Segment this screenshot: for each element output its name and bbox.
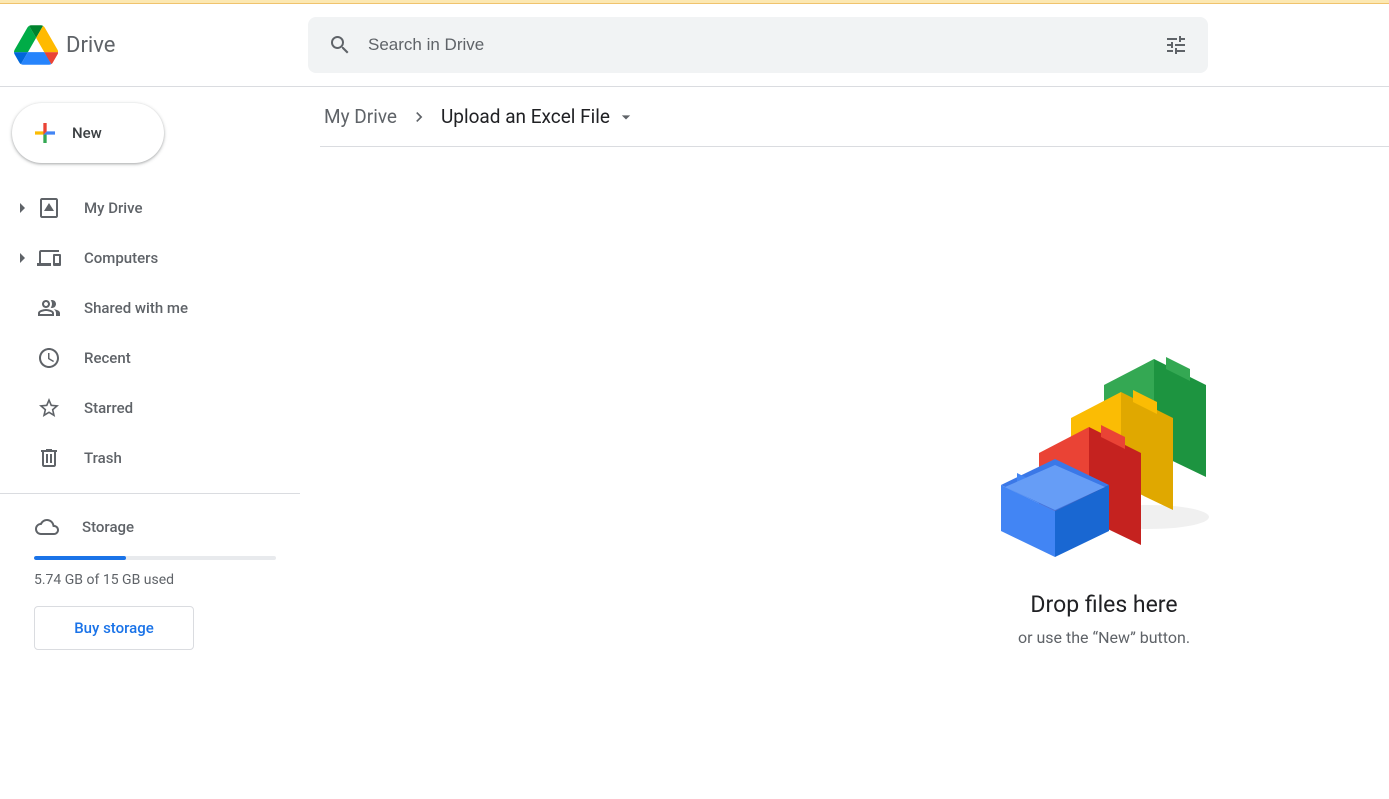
new-button-label: New <box>72 124 102 142</box>
nav-shared[interactable]: Shared with me <box>0 283 284 333</box>
storage-meter-fill <box>34 556 126 560</box>
storage-section: Storage 5.74 GB of 15 GB used Buy storag… <box>0 504 300 650</box>
breadcrumb-current[interactable]: Upload an Excel File <box>437 101 640 132</box>
nav-starred[interactable]: Starred <box>0 383 284 433</box>
star-icon <box>36 395 62 421</box>
brand[interactable]: Drive <box>14 25 308 65</box>
breadcrumb-current-label: Upload an Excel File <box>441 105 610 128</box>
storage-usage-text: 5.74 GB of 15 GB used <box>34 572 276 588</box>
recent-icon <box>36 345 62 371</box>
new-button[interactable]: New <box>12 103 164 163</box>
nav-label: My Drive <box>84 199 143 217</box>
search-input[interactable] <box>362 35 1154 55</box>
empty-title: Drop files here <box>989 591 1219 618</box>
nav-computers[interactable]: Computers <box>0 233 284 283</box>
plus-icon <box>30 118 60 148</box>
chevron-right-icon <box>409 107 429 127</box>
nav-label: Starred <box>84 399 133 417</box>
trash-icon <box>36 445 62 471</box>
divider <box>0 493 300 494</box>
header: Drive <box>0 4 1389 87</box>
nav-label: Recent <box>84 349 131 367</box>
computers-icon <box>36 245 62 271</box>
nav-label: Computers <box>84 249 158 267</box>
breadcrumb: My Drive Upload an Excel File <box>320 87 1389 147</box>
nav-trash[interactable]: Trash <box>0 433 284 483</box>
buy-storage-label: Buy storage <box>74 619 154 637</box>
shared-icon <box>36 295 62 321</box>
search-icon[interactable] <box>318 23 362 67</box>
expand-icon[interactable] <box>14 203 30 213</box>
empty-subtitle: or use the “New” button. <box>989 628 1219 647</box>
nav-label: Shared with me <box>84 299 188 317</box>
nav-my-drive[interactable]: My Drive <box>0 183 284 233</box>
cloud-icon <box>34 514 60 540</box>
app-name: Drive <box>66 33 115 58</box>
expand-icon[interactable] <box>14 253 30 263</box>
empty-folders-illustration <box>989 357 1219 567</box>
search-options-icon[interactable] <box>1154 23 1198 67</box>
breadcrumb-root[interactable]: My Drive <box>320 101 401 132</box>
nav-label: Trash <box>84 449 122 467</box>
nav-list: My Drive Computers Shared with me <box>0 183 300 483</box>
sidebar: New My Drive Computers <box>0 87 300 799</box>
dropdown-icon <box>616 107 636 127</box>
my-drive-icon <box>36 195 62 221</box>
storage-meter <box>34 556 276 560</box>
main: My Drive Upload an Excel File <box>300 87 1389 799</box>
nav-storage[interactable]: Storage <box>34 514 276 540</box>
buy-storage-button[interactable]: Buy storage <box>34 606 194 650</box>
empty-state: Drop files here or use the “New” button. <box>989 357 1219 647</box>
drive-logo-icon <box>14 25 58 65</box>
content-area[interactable]: Drop files here or use the “New” button. <box>320 147 1389 799</box>
nav-recent[interactable]: Recent <box>0 333 284 383</box>
storage-label: Storage <box>82 518 134 536</box>
search-bar <box>308 17 1208 73</box>
